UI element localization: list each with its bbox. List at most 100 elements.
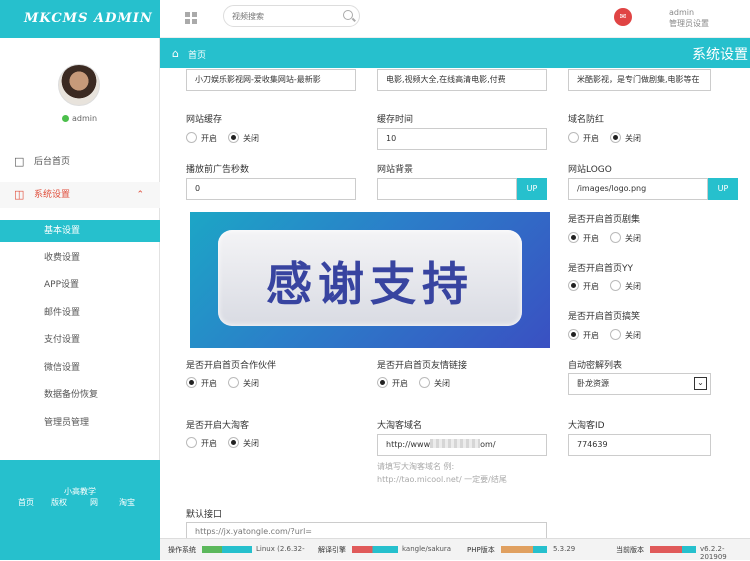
sub-fee-settings[interactable]: 收费设置: [0, 247, 160, 269]
site-cache-label: 网站缓存: [186, 115, 223, 125]
thanks-banner-panel: 感谢支持: [218, 230, 522, 326]
grid-menu-icon[interactable]: [185, 12, 197, 24]
breadcrumb[interactable]: 首页: [188, 48, 206, 61]
taoke-domain-value-end: om/: [480, 440, 496, 449]
online-dot-icon: [62, 115, 69, 122]
home-series-off[interactable]: 关闭: [610, 232, 641, 246]
home-links-on[interactable]: 开启: [377, 377, 408, 391]
home-funny-off[interactable]: 关闭: [610, 329, 641, 343]
auto-parse-select[interactable]: 卧龙资源 ⌄: [568, 373, 711, 395]
nav-dashboard-label: 后台首页: [34, 157, 71, 167]
default-api-input[interactable]: https://jx.yatongle.com/?url=: [186, 522, 547, 538]
radio-label: 开启: [201, 379, 217, 388]
background-upload-button[interactable]: UP: [517, 178, 547, 200]
avatar[interactable]: [58, 64, 100, 106]
engine-label: 解译引擎: [318, 546, 346, 554]
user-name: admin: [72, 114, 98, 123]
seo-keywords-input[interactable]: 电影,视频大全,在线高清电影,付费: [377, 69, 547, 91]
radio-checked-icon: [228, 132, 239, 143]
sub-basic-settings[interactable]: 基本设置: [0, 220, 160, 242]
background-label: 网站背景: [377, 165, 414, 175]
home-partner-off[interactable]: 关闭: [228, 377, 259, 391]
nav-dashboard[interactable]: □ 后台首页: [0, 149, 160, 175]
home-yy-on[interactable]: 开启: [568, 280, 599, 294]
home-links-off[interactable]: 关闭: [419, 377, 450, 391]
laptop-icon: □: [14, 155, 25, 168]
radio-icon: [186, 132, 197, 143]
taoke-domain-label: 大淘客域名: [377, 421, 423, 431]
redacted-text: [430, 439, 481, 448]
footer-link-home[interactable]: 首页: [18, 497, 34, 508]
radio-label: 关闭: [243, 134, 259, 143]
taoke-domain-input[interactable]: http://www om/: [377, 434, 547, 456]
nav-system-settings-label: 系统设置: [34, 190, 71, 200]
domain-protect-label: 域名防红: [568, 115, 605, 125]
home-yy-off[interactable]: 关闭: [610, 280, 641, 294]
engine-value: kangle/sakura: [402, 545, 452, 553]
mail-icon[interactable]: ✉: [614, 8, 632, 26]
radio-label: 开启: [583, 134, 599, 143]
app-logo[interactable]: MKCMS ADMIN: [0, 0, 160, 38]
admin-settings-link[interactable]: 管理员设置: [669, 18, 709, 29]
radio-label: 开启: [201, 439, 217, 448]
footer-link-site[interactable]: 网: [90, 497, 98, 508]
seo-title-input[interactable]: 小刀娱乐影视网-爱收集网站-最新影: [186, 69, 356, 91]
user-status: admin: [62, 114, 97, 123]
taoke-on[interactable]: 开启: [186, 437, 217, 451]
sub-payment-settings[interactable]: 支付设置: [0, 329, 160, 351]
nav-system-settings[interactable]: ◫ 系统设置 ⌃: [0, 182, 160, 208]
admin-name[interactable]: admin: [669, 8, 694, 17]
thanks-banner-image: 感谢支持: [190, 212, 550, 348]
footer-link-taobao[interactable]: 淘宝: [119, 497, 135, 508]
home-series-on[interactable]: 开启: [568, 232, 599, 246]
logo-upload-button[interactable]: UP: [708, 178, 738, 200]
home-icon[interactable]: ⌂: [172, 47, 179, 60]
ad-seconds-input[interactable]: 0: [186, 178, 356, 200]
radio-label: 开启: [201, 134, 217, 143]
radio-checked-icon: [568, 280, 579, 291]
taoke-domain-hint-2: http://tao.micool.net/ 一定要/结尾: [377, 475, 507, 484]
page-header: ⌂ 首页 系统设置: [160, 38, 750, 68]
radio-label: 开启: [583, 331, 599, 340]
sub-wechat-settings[interactable]: 微信设置: [0, 357, 160, 379]
taoke-domain-value-start: http://www: [386, 440, 431, 449]
search-icon[interactable]: [343, 10, 353, 20]
site-cache-on[interactable]: 开启: [186, 132, 217, 146]
home-partner-on[interactable]: 开启: [186, 377, 217, 391]
home-funny-label: 是否开启首页搞笑: [568, 312, 641, 322]
sidebar: MKCMS ADMIN admin □ 后台首页 ◫ 系统设置 ⌃ 基本设置 收…: [0, 0, 160, 560]
domain-protect-off[interactable]: 关闭: [610, 132, 641, 146]
background-input[interactable]: [377, 178, 517, 200]
chevron-down-icon: ⌄: [694, 377, 707, 390]
radio-icon: [568, 132, 579, 143]
radio-label: 关闭: [625, 282, 641, 291]
taoke-label: 是否开启大淘客: [186, 421, 250, 431]
sub-app-settings[interactable]: APP设置: [0, 274, 160, 296]
radio-checked-icon: [377, 377, 388, 388]
radio-label: 关闭: [434, 379, 450, 388]
home-links-label: 是否开启首页友情链接: [377, 361, 468, 371]
taoke-off[interactable]: 关闭: [228, 437, 259, 451]
footer-link-copyright[interactable]: 版权: [51, 497, 67, 508]
status-bar: 操作系统 Linux (2.6.32- 解译引擎 kangle/sakura P…: [160, 538, 750, 561]
sub-backup-restore[interactable]: 数据备份恢复: [0, 384, 160, 406]
engine-progress-bar: [352, 546, 398, 553]
version-progress-bar: [650, 546, 696, 553]
os-label: 操作系统: [168, 546, 196, 554]
home-funny-on[interactable]: 开启: [568, 329, 599, 343]
logo-input[interactable]: /images/logo.png: [568, 178, 708, 200]
domain-protect-on[interactable]: 开启: [568, 132, 599, 146]
taoke-domain-hint-1: 请填写大淘客域名 例:: [377, 462, 455, 471]
sub-mail-settings[interactable]: 邮件设置: [0, 302, 160, 324]
search-input[interactable]: [232, 9, 332, 23]
radio-icon: [228, 377, 239, 388]
radio-icon: [419, 377, 430, 388]
sub-admin-management[interactable]: 管理员管理: [0, 412, 160, 434]
taoke-id-input[interactable]: 774639: [568, 434, 711, 456]
cache-time-label: 缓存时间: [377, 115, 414, 125]
site-cache-off[interactable]: 关闭: [228, 132, 259, 146]
radio-label: 关闭: [625, 331, 641, 340]
seo-description-input[interactable]: 米酷影视，是专门做剧集,电影等在: [568, 69, 711, 91]
cache-time-input[interactable]: 10: [377, 128, 547, 150]
logo-label: 网站LOGO: [568, 165, 612, 175]
